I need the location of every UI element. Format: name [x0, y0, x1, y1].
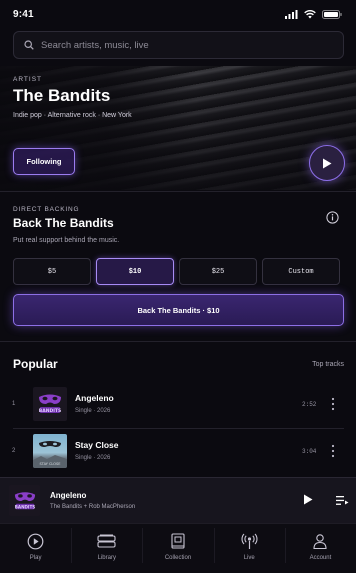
play-icon [323, 158, 332, 168]
track-artwork: STAY CLOSE [33, 434, 67, 468]
artist-genres: Indie pop · Alternative rock · New York [13, 112, 132, 119]
artist-play-button[interactable] [309, 145, 345, 181]
wifi-icon [304, 9, 316, 18]
now-playing-artist: The Bandits + Rob MacPherson [50, 504, 136, 510]
tab-label: Live [243, 555, 255, 561]
tab-label: Account [309, 555, 332, 561]
track-number: 2 [12, 448, 16, 454]
svg-text:BANDITS: BANDITS [14, 504, 34, 509]
track-meta: Single · 2026 [75, 408, 111, 414]
play-icon[interactable] [303, 494, 313, 505]
tab-play[interactable]: Play [0, 524, 71, 573]
divider [13, 428, 344, 429]
track-duration: 2:52 [302, 401, 317, 408]
tab-label: Library [97, 555, 116, 561]
now-playing-bar[interactable]: BANDITS Angeleno The Bandits + Rob MacPh… [0, 477, 356, 523]
tab-label: Collection [164, 555, 192, 561]
tab-live[interactable]: Live [213, 524, 285, 573]
play-circle-icon [27, 533, 44, 550]
backing-subtitle: Put real support behind the music. [13, 237, 120, 244]
bandits-mask-logo-icon: BANDITS [39, 394, 61, 414]
track-duration: 3:04 [302, 448, 317, 455]
status-time: 9:41 [13, 8, 34, 20]
following-button[interactable]: Following [13, 148, 75, 175]
popular-title: Popular [13, 357, 58, 371]
track-row[interactable]: 1 BANDITS Angeleno Single · 2026 2:52 [0, 387, 356, 427]
back-artist-button[interactable]: Back The Bandits · $10 [13, 294, 344, 326]
artist-hero: ARTIST The Bandits Indie pop · Alternati… [0, 66, 356, 190]
track-artwork: BANDITS [33, 387, 67, 421]
queue-list-icon[interactable] [336, 495, 349, 506]
search-icon [24, 40, 34, 50]
account-person-icon [313, 534, 327, 550]
more-options-icon[interactable] [328, 397, 338, 411]
amount-option-5[interactable]: $5 [13, 258, 91, 285]
now-playing-artwork: BANDITS [9, 485, 40, 516]
track-number: 1 [12, 401, 16, 407]
svg-text:STAY CLOSE: STAY CLOSE [40, 462, 61, 466]
amount-option-25[interactable]: $25 [179, 258, 257, 285]
sky-mask-artwork-icon: STAY CLOSE [33, 441, 67, 468]
status-icons [285, 9, 342, 19]
track-row[interactable]: 2 STAY CLOSE Stay Close Single · 2026 3:… [0, 434, 356, 474]
tab-bar: Play Library Collection Live Account [0, 523, 356, 573]
track-title: Stay Close [75, 440, 119, 450]
library-stack-icon [97, 534, 116, 548]
svg-text:BANDITS: BANDITS [39, 408, 61, 414]
now-playing-title: Angeleno [50, 491, 87, 500]
amount-option-10[interactable]: $10 [96, 258, 174, 285]
cellular-signal-icon [285, 9, 298, 19]
artist-name: The Bandits [13, 86, 111, 105]
popular-header: Popular Top tracks [13, 357, 344, 371]
search-bar[interactable] [13, 31, 344, 59]
track-title: Angeleno [75, 393, 114, 403]
collection-book-icon [171, 533, 185, 549]
live-broadcast-icon [241, 533, 258, 549]
tab-label: Play [29, 555, 42, 561]
info-icon[interactable] [326, 211, 339, 224]
amount-option-custom[interactable]: Custom [262, 258, 340, 285]
search-input[interactable] [41, 39, 321, 51]
divider [0, 341, 356, 342]
amount-options: $5 $10 $25 Custom [13, 258, 340, 285]
bandits-mask-logo-icon: BANDITS [14, 491, 35, 509]
tab-account[interactable]: Account [284, 524, 356, 573]
divider [0, 191, 356, 192]
status-bar: 9:41 [0, 0, 356, 28]
more-options-icon[interactable] [328, 444, 338, 458]
top-tracks-link[interactable]: Top tracks [312, 361, 344, 368]
battery-icon [322, 9, 342, 19]
tab-library[interactable]: Library [71, 524, 142, 573]
track-meta: Single · 2026 [75, 455, 111, 461]
hero-eyebrow: ARTIST [13, 76, 42, 83]
backing-eyebrow: DIRECT BACKING [13, 206, 80, 213]
tab-collection[interactable]: Collection [142, 524, 213, 573]
backing-title: Back The Bandits [13, 216, 114, 230]
